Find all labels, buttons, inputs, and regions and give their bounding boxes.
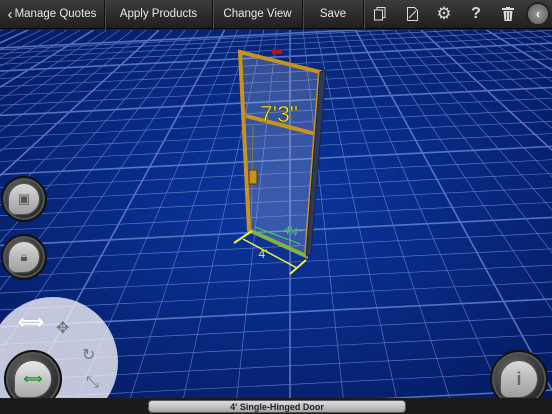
trash-icon[interactable] [492, 0, 524, 29]
collapse-panel-button[interactable]: ‹ [526, 2, 550, 26]
apply-products-button[interactable]: Apply Products [105, 0, 212, 29]
copy-icon[interactable] [364, 0, 396, 29]
change-view-button[interactable]: Change View [213, 0, 302, 29]
lock-icon: 🔒︎ [8, 241, 40, 273]
width-dimension-label: 4' [259, 247, 268, 261]
selected-object-label[interactable]: 4' Single-Hinged Door [148, 400, 406, 413]
top-toolbar: ‹ Manage Quotes Apply Products Change Vi… [0, 0, 552, 29]
lock-button[interactable]: 🔒︎ [1, 234, 47, 280]
chevron-left-icon: ‹ [536, 7, 540, 21]
height-dimension-label: 7'3" [260, 101, 298, 127]
save-button[interactable]: Save [303, 0, 363, 29]
page-icon[interactable] [396, 0, 428, 29]
gear-icon[interactable]: ⚙ [428, 0, 460, 29]
pan-icon[interactable]: ✥ [56, 318, 69, 338]
move-arrows-icon: ⟺ [14, 360, 52, 398]
rotate-icon[interactable]: ↻ [82, 345, 95, 365]
top-marker [272, 50, 282, 54]
move-arrows-icon[interactable]: ⟺ [18, 312, 44, 333]
scale-icon[interactable]: ⤡ [86, 374, 99, 392]
camera-button[interactable]: ▣ [1, 176, 47, 222]
info-icon: i [500, 360, 538, 398]
manage-quotes-button[interactable]: ‹ Manage Quotes [0, 0, 104, 29]
manage-quotes-label: Manage Quotes [14, 8, 97, 20]
camera-icon: ▣ [8, 183, 40, 215]
door-handle [248, 169, 258, 185]
help-icon[interactable]: ? [460, 0, 492, 29]
chevron-left-icon: ‹ [7, 5, 13, 23]
